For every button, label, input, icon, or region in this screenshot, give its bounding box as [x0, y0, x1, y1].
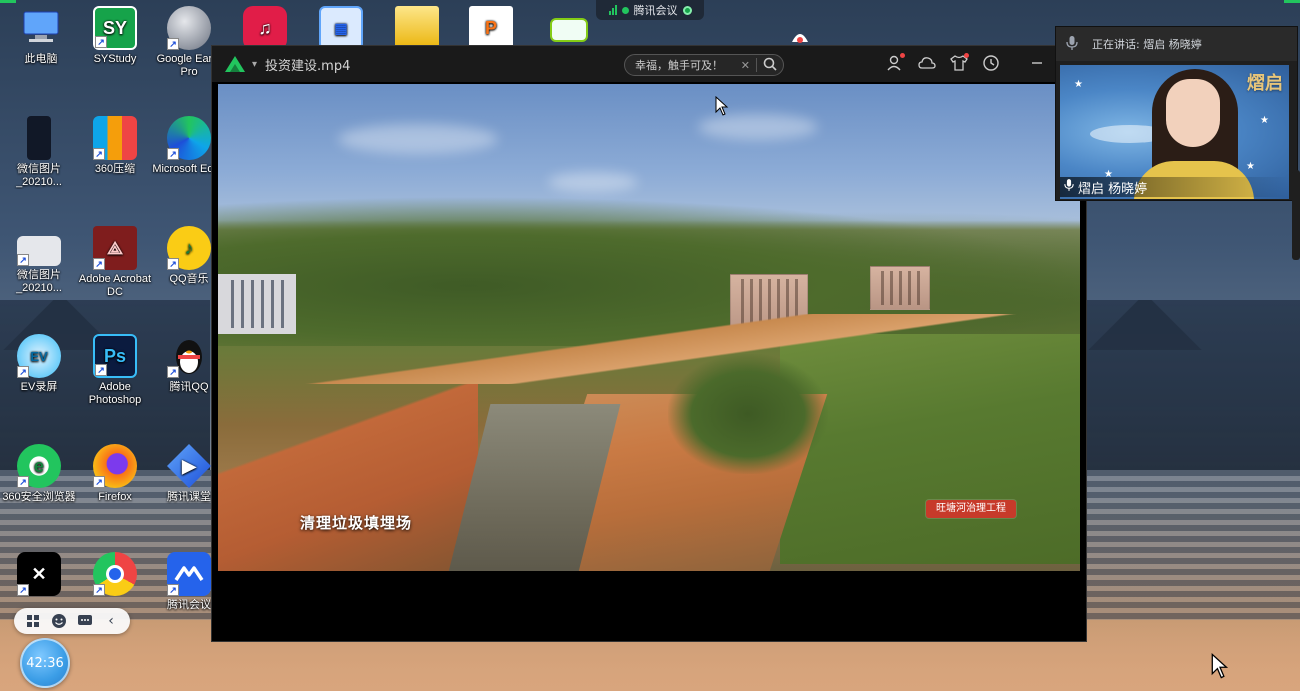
emoji-icon[interactable]: [50, 612, 68, 630]
speaker-name-bar: 熠启 杨晓婷: [1060, 177, 1289, 197]
video-cloud: [548, 172, 638, 192]
desktop-icon-systudy[interactable]: SY ↗ SYStudy: [76, 6, 154, 66]
tencent-meeting-icon: ↗: [167, 552, 211, 596]
recording-dot-icon: [621, 6, 629, 14]
tencent-classroom-icon: ▶: [167, 444, 211, 488]
desktop-icon-wechat-image-1[interactable]: 微信图片_20210...: [0, 116, 78, 189]
meeting-app-title: 腾讯会议: [633, 4, 678, 17]
speaker-name: 熠启 杨晓婷: [1078, 181, 1148, 197]
collapse-chevron-icon[interactable]: ‹: [102, 612, 120, 630]
notification-icon[interactable]: [788, 28, 812, 44]
speaker-status-text: 正在讲话: 熠启 杨晓婷: [1092, 38, 1202, 51]
video-frame[interactable]: 清理垃圾填埋场 旺塘河治理工程: [218, 84, 1080, 571]
video-pink-building: [870, 266, 930, 310]
ev-recorder-icon: EV ↗: [17, 334, 61, 378]
desktop-icon-label: Adobe Photoshop: [88, 381, 142, 406]
control-panel-icon: ▦: [319, 6, 363, 50]
star-icon: ★: [1074, 79, 1083, 90]
background-sticker: 熠启: [1247, 73, 1283, 94]
image-file-icon: ↗: [17, 236, 61, 266]
desktop-icon-label: Adobe Acrobat DC: [78, 273, 152, 298]
cloud-icon[interactable]: [918, 54, 936, 72]
photoshop-icon: Ps ↗: [93, 334, 137, 378]
star-icon: ★: [1246, 161, 1255, 172]
edge-icon: ↗: [167, 116, 211, 160]
desktop-icon-label: 此电脑: [24, 53, 58, 65]
zip-archive-icon: ↗: [93, 116, 137, 160]
video-cloud: [338, 124, 498, 154]
search-icon[interactable]: [763, 57, 777, 74]
desktop-icon-this-pc[interactable]: 此电脑: [2, 6, 80, 66]
chat-icon[interactable]: [76, 612, 94, 630]
desktop-icon-wechat-image-2[interactable]: ↗ 微信图片_20210...: [0, 226, 78, 295]
computer-icon: [19, 6, 63, 50]
person-face: [1166, 79, 1220, 147]
meeting-timer[interactable]: 42:36: [20, 638, 70, 688]
desktop-icon-capcut[interactable]: ✕ ↗: [0, 552, 78, 599]
player-search-box[interactable]: 幸福，触手可及！ ✕: [624, 54, 784, 76]
wps-ppt-icon: P: [469, 6, 513, 50]
player-title-bar[interactable]: ▾ 投资建设.mp4 幸福，触手可及！ ✕: [212, 46, 1086, 82]
desktop-icon-photo-app[interactable]: [530, 18, 608, 45]
user-account-icon[interactable]: [886, 53, 905, 72]
player-logo-icon[interactable]: [222, 53, 248, 75]
star-icon: ★: [1260, 115, 1269, 126]
photo-app-icon: [550, 18, 588, 42]
systudy-icon: SY ↗: [93, 6, 137, 50]
folder-icon: [395, 6, 439, 50]
floating-toolbar[interactable]: ‹: [14, 608, 130, 634]
desktop-icon-ev-recorder[interactable]: EV ↗ EV录屏: [0, 334, 78, 394]
video-tree-cluster: [668, 354, 828, 474]
speaker-panel-header: 正在讲话: 熠启 杨晓婷: [1056, 27, 1297, 61]
google-earth-icon: ↗: [167, 6, 211, 50]
meeting-status-pill[interactable]: 腾讯会议: [596, 0, 704, 20]
desktop-icon-360-zip[interactable]: ↗ 360压缩: [76, 116, 154, 176]
desktop-icon-firefox[interactable]: ↗ Firefox: [76, 444, 154, 504]
video-cloud: [698, 114, 818, 140]
video-left-bank: [218, 384, 478, 571]
speaker-panel[interactable]: 正在讲话: 熠启 杨晓婷 ★ ★ ★ ★ 熠启 熠启 杨晓婷: [1055, 26, 1298, 201]
desktop-icon-label: EV录屏: [20, 381, 58, 393]
image-file-icon: [27, 116, 51, 160]
desktop-icon-photoshop[interactable]: Ps ↗ Adobe Photoshop: [76, 334, 154, 407]
qq-music-icon: ♪ ↗: [167, 226, 211, 270]
desktop-icon-label: 微信图片_20210...: [16, 163, 62, 188]
side-collapse-handle[interactable]: [1292, 170, 1300, 260]
qq-penguin-icon: ↗: [167, 334, 211, 378]
desktop-icon-label: 微信图片_20210...: [16, 269, 62, 294]
desktop-icon-acrobat[interactable]: ⟁ ↗ Adobe Acrobat DC: [76, 226, 154, 299]
desktop-icon-360-browser[interactable]: e ↗ 360安全浏览器: [0, 444, 78, 504]
clear-search-icon[interactable]: ✕: [741, 59, 750, 72]
video-player-window[interactable]: ▾ 投资建设.mp4 幸福，触手可及！ ✕ 清理垃圾填埋场 旺塘河治理工程: [211, 45, 1087, 642]
search-input[interactable]: 幸福，触手可及！: [635, 57, 741, 73]
grid-apps-icon[interactable]: [24, 612, 42, 630]
firefox-icon: ↗: [93, 444, 137, 488]
video-project-tag: 旺塘河治理工程: [926, 500, 1016, 518]
sharing-indicator-icon: [682, 5, 692, 15]
desktop-icon-label: SYStudy: [93, 53, 137, 65]
skin-shirt-icon[interactable]: [950, 53, 969, 72]
video-subtitle: 清理垃圾填埋场: [300, 514, 413, 532]
desktop-icon-label: Firefox: [98, 491, 132, 503]
360-browser-icon: e ↗: [17, 444, 61, 488]
desktop-icon-label: 360压缩: [94, 163, 136, 175]
player-title-actions: [886, 53, 1078, 72]
capcut-icon: ✕ ↗: [17, 552, 61, 596]
player-file-title: 投资建设.mp4: [265, 58, 351, 74]
signal-strength-icon: [608, 5, 617, 15]
desktop-icon-label: 360安全浏览器: [2, 491, 76, 503]
acrobat-icon: ⟁ ↗: [93, 226, 137, 270]
microphone-icon: [1066, 35, 1078, 54]
chevron-down-icon[interactable]: ▾: [252, 59, 257, 70]
minimize-icon[interactable]: [1028, 54, 1046, 72]
wallpaper-houses-right: [1085, 300, 1300, 470]
mouse-cursor-icon: [1211, 652, 1229, 684]
desktop-icon-chrome[interactable]: ↗: [76, 552, 154, 599]
chrome-icon: ↗: [93, 552, 137, 596]
search-divider: [756, 58, 757, 72]
netease-music-icon: ♫: [243, 6, 287, 50]
history-clock-icon[interactable]: [982, 54, 1000, 72]
microphone-icon: [1064, 178, 1074, 196]
